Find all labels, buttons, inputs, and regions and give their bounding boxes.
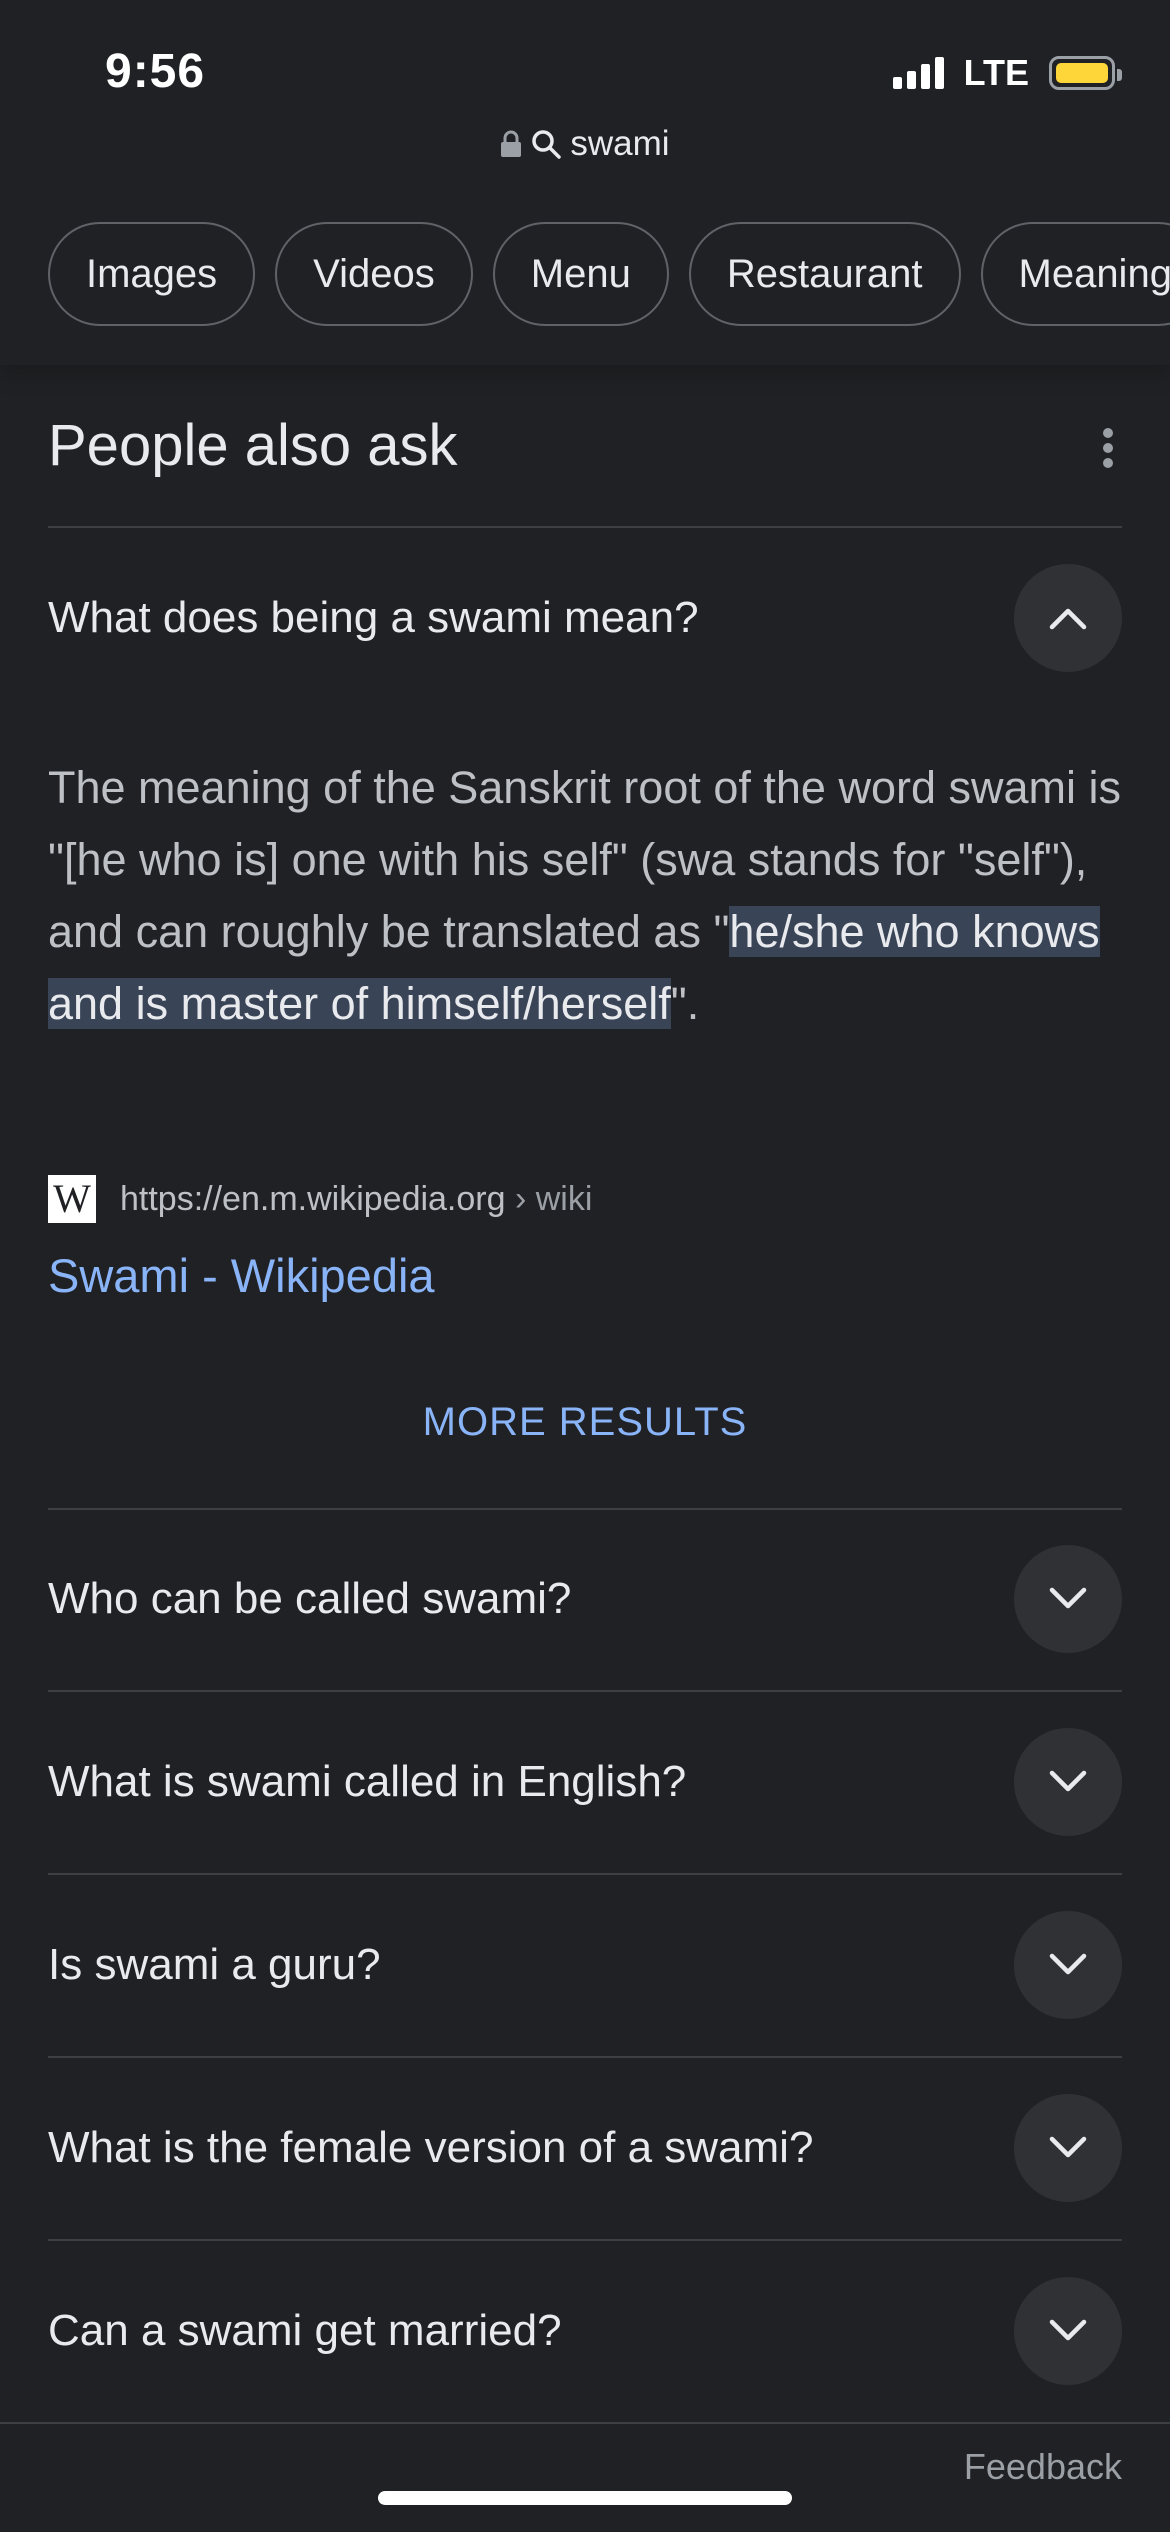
question-row[interactable]: Is swami a guru? <box>48 1910 1122 2020</box>
question-text: What is the female version of a swami? <box>48 2123 814 2172</box>
divider <box>48 526 1122 528</box>
chevron-down-icon <box>1049 1587 1087 1609</box>
chevron-down-icon <box>1049 2319 1087 2341</box>
expand-button[interactable] <box>1014 2094 1122 2202</box>
divider <box>48 1690 1122 1692</box>
question-expanded[interactable]: What does being a swami mean? <box>48 563 1122 673</box>
more-options-icon[interactable] <box>1102 428 1114 468</box>
source-title-link[interactable]: Swami - Wikipedia <box>48 1248 435 1303</box>
filter-chips: Images Videos Menu Restaurant Meaning <box>48 222 1170 326</box>
source-url: https://en.m.wikipedia.org › wiki <box>120 1180 592 1219</box>
question-text: Can a swami get married? <box>48 2306 562 2355</box>
question-text: What is swami called in English? <box>48 1757 687 1806</box>
chevron-down-icon <box>1049 1770 1087 1792</box>
question-row[interactable]: What is the female version of a swami? <box>48 2093 1122 2203</box>
url-bar[interactable]: swami <box>0 124 1170 164</box>
chevron-down-icon <box>1049 1953 1087 1975</box>
question-text: Who can be called swami? <box>48 1574 572 1623</box>
lock-icon <box>500 130 522 158</box>
url-query: swami <box>570 124 670 163</box>
question-text: What does being a swami mean? <box>48 593 699 642</box>
question-row[interactable]: Can a swami get married? <box>48 2276 1122 2386</box>
source-domain: https://en.m.wikipedia.org <box>120 1179 506 1218</box>
search-icon <box>530 128 562 160</box>
expand-button[interactable] <box>1014 1911 1122 2019</box>
answer-snippet: The meaning of the Sanskrit root of the … <box>48 752 1122 1040</box>
question-row[interactable]: What is swami called in English? <box>48 1727 1122 1837</box>
source-citation[interactable]: W https://en.m.wikipedia.org › wiki <box>48 1175 592 1223</box>
wikipedia-icon: W <box>48 1175 96 1223</box>
chip-videos[interactable]: Videos <box>275 222 473 326</box>
section-title: People also ask <box>48 413 458 478</box>
expand-button[interactable] <box>1014 1728 1122 1836</box>
battery-icon <box>1049 56 1122 90</box>
expand-button[interactable] <box>1014 1545 1122 1653</box>
chip-restaurant[interactable]: Restaurant <box>688 222 961 326</box>
divider <box>48 1508 1122 1510</box>
chip-images[interactable]: Images <box>48 222 256 326</box>
feedback-link[interactable]: Feedback <box>964 2446 1122 2488</box>
status-indicators: LTE <box>892 52 1122 94</box>
question-row[interactable]: Who can be called swami? <box>48 1544 1122 1654</box>
divider <box>48 1873 1122 1875</box>
footer-divider <box>0 2422 1170 2424</box>
chip-meaning[interactable]: Meaning <box>980 222 1170 326</box>
network-type: LTE <box>963 52 1029 93</box>
source-path: › wiki <box>514 1179 593 1218</box>
home-indicator <box>378 2491 792 2505</box>
status-time: 9:56 <box>105 45 206 98</box>
more-results-button[interactable]: MORE RESULTS <box>0 1400 1170 1445</box>
signal-icon <box>892 57 944 89</box>
divider <box>48 2239 1122 2241</box>
search-results-page: 9:56 LTE swami Images Videos Menu Restau… <box>0 0 1170 2532</box>
top-header: 9:56 LTE swami Images Videos Menu Restau… <box>0 0 1170 365</box>
chip-menu[interactable]: Menu <box>492 222 669 326</box>
chevron-up-icon <box>1049 608 1087 630</box>
answer-text-end: ". <box>670 978 700 1029</box>
expand-button[interactable] <box>1014 2277 1122 2385</box>
collapse-button[interactable] <box>1014 564 1122 672</box>
question-text: Is swami a guru? <box>48 1940 381 1989</box>
chevron-down-icon <box>1049 2136 1087 2158</box>
divider <box>48 2056 1122 2058</box>
